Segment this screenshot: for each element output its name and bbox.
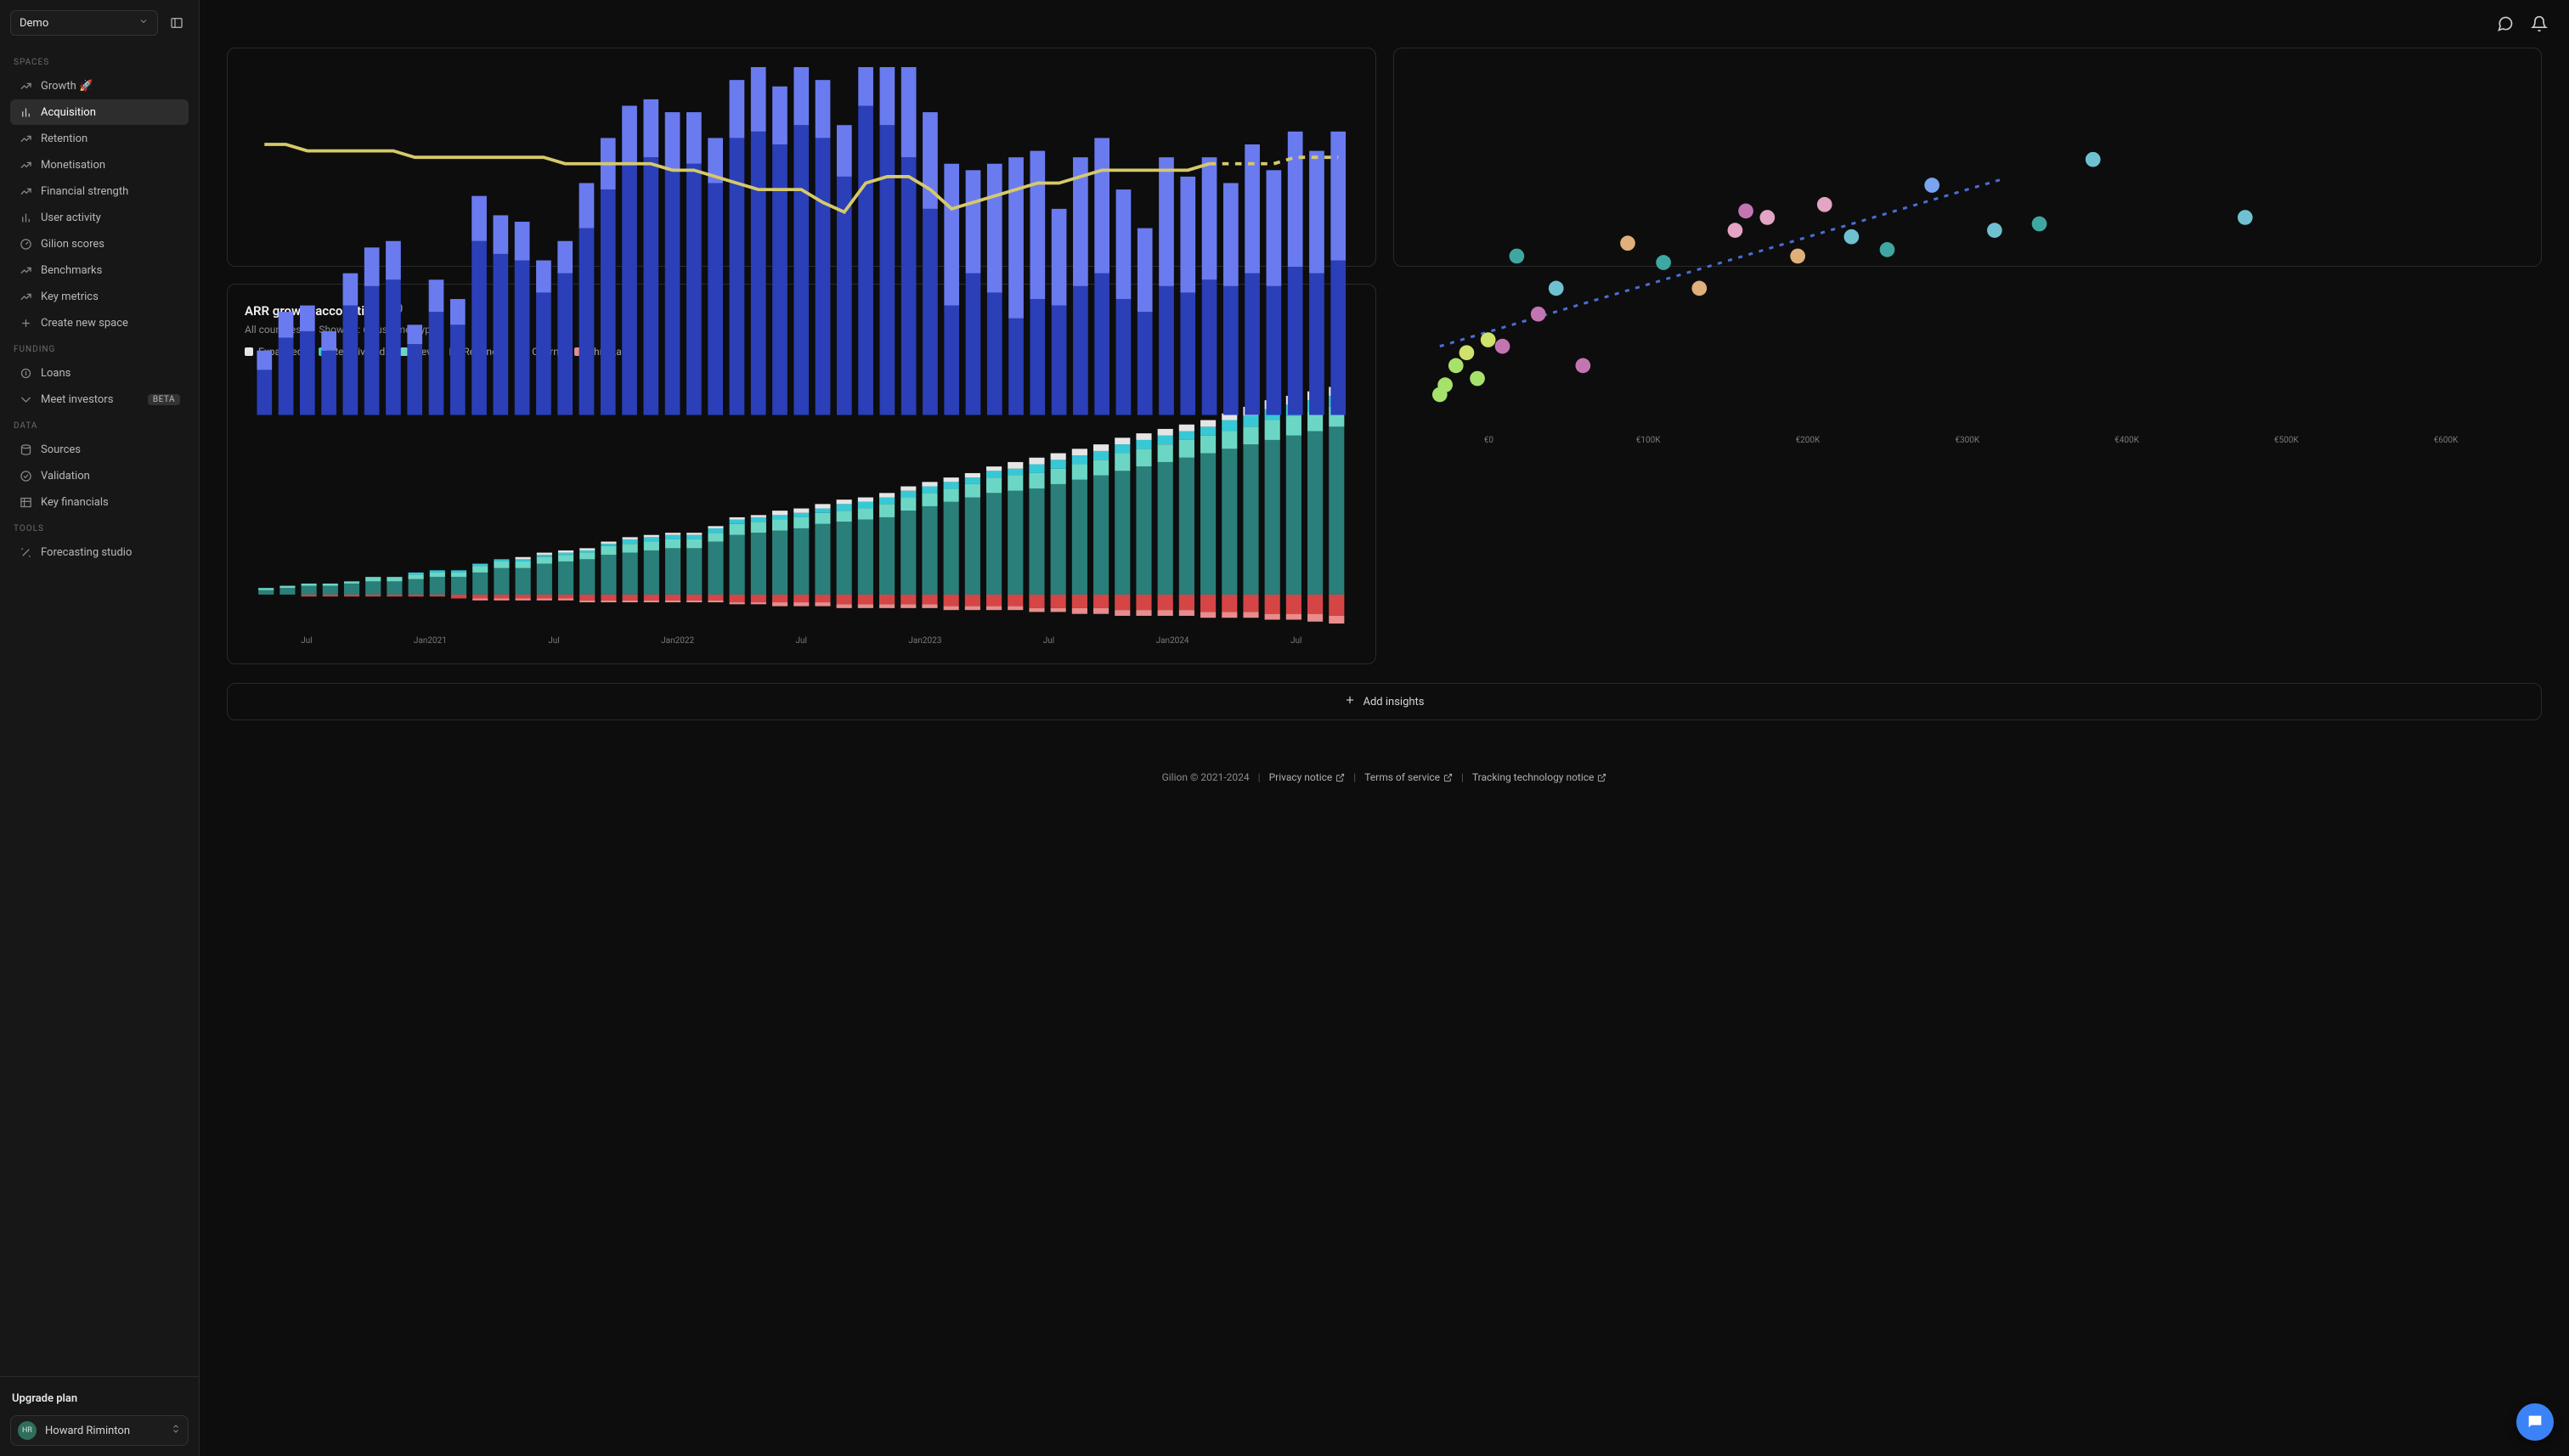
chat-icon[interactable] xyxy=(2496,14,2515,33)
axis-tick: Jan2024 xyxy=(1110,636,1234,646)
collapse-sidebar-icon[interactable] xyxy=(165,11,189,35)
avatar: HR xyxy=(18,1421,37,1440)
footer-link-tracking[interactable]: Tracking technology notice xyxy=(1472,771,1606,783)
axis-tick: Jan2022 xyxy=(616,636,740,646)
sidebar-item-label: Key financials xyxy=(41,496,109,509)
add-insights-button[interactable]: Add insights xyxy=(227,683,2542,720)
axis-tick: Jul xyxy=(245,636,369,646)
sidebar-item-user-activity[interactable]: User activity xyxy=(10,205,189,230)
plus-icon xyxy=(1344,694,1356,709)
external-link-icon xyxy=(1443,773,1453,782)
footer-copyright: Gilion © 2021-2024 xyxy=(1162,771,1250,783)
sidebar-item-retention[interactable]: Retention xyxy=(10,126,189,151)
upgrade-plan-link[interactable]: Upgrade plan xyxy=(10,1387,189,1415)
sidebar-item-benchmarks[interactable]: Benchmarks xyxy=(10,257,189,283)
sidebar-top: Demo xyxy=(0,0,199,46)
section-tools-label: TOOLS xyxy=(10,516,189,539)
main: JulJan2021JulJan2022JulJan2023JulJan2024… xyxy=(200,0,2569,1456)
chart-line-icon xyxy=(19,158,32,172)
chart-line-icon xyxy=(19,263,32,277)
top-charts-row: JulJan2021JulJan2022JulJan2023JulJan2024… xyxy=(227,48,2542,267)
user-switcher[interactable]: HR Howard Riminton xyxy=(10,1415,189,1446)
sidebar-item-label: Validation xyxy=(41,470,90,483)
database-icon xyxy=(19,443,32,456)
footer-link-privacy[interactable]: Privacy notice xyxy=(1269,771,1346,783)
sidebar-item-label: Gilion scores xyxy=(41,238,104,251)
bar-chart-icon xyxy=(19,105,32,119)
sidebar-item-monetisation[interactable]: Monetisation xyxy=(10,152,189,178)
topbar xyxy=(200,0,2569,48)
beta-badge: BETA xyxy=(148,394,180,405)
workspace-name: Demo xyxy=(20,17,48,30)
sidebar-item-label: Loans xyxy=(41,367,71,380)
chart-line-icon xyxy=(19,79,32,93)
sidebar-item-label: Forecasting studio xyxy=(41,546,132,559)
sidebar-item-label: Financial strength xyxy=(41,185,128,198)
arr-x-axis: JulJan2021JulJan2022JulJan2023JulJan2024… xyxy=(245,636,1358,646)
sidebar-item-forecasting-studio[interactable]: Forecasting studio xyxy=(10,539,189,565)
sidebar-item-create-new-space[interactable]: Create new space xyxy=(10,310,189,336)
chevron-down-icon xyxy=(138,16,149,30)
scatter-chart xyxy=(1409,67,2527,432)
axis-tick: Jan2021 xyxy=(369,636,493,646)
check-circle-icon xyxy=(19,469,32,483)
sidebar-item-meet-investors[interactable]: Meet investors BETA xyxy=(10,387,189,412)
sidebar-item-label: Retention xyxy=(41,133,88,145)
axis-tick: Jul xyxy=(739,636,863,646)
coin-icon xyxy=(19,366,32,380)
sidebar-item-gilion-scores[interactable]: Gilion scores xyxy=(10,231,189,257)
footer-link-terms[interactable]: Terms of service xyxy=(1364,771,1453,783)
sidebar-item-label: Acquisition xyxy=(41,106,96,119)
acquisition-bar-chart xyxy=(243,67,1360,432)
external-link-icon xyxy=(1597,773,1606,782)
sidebar: Demo SPACES Growth 🚀 Acquisition Retention… xyxy=(0,0,200,1456)
sidebar-item-label: User activity xyxy=(41,212,101,224)
sidebar-item-label: Meet investors xyxy=(41,393,113,406)
table-icon xyxy=(19,495,32,509)
gauge-icon xyxy=(19,237,32,251)
wand-icon xyxy=(19,545,32,559)
section-spaces-label: SPACES xyxy=(10,49,189,72)
chart-line-icon xyxy=(19,184,32,198)
sidebar-item-label: Growth 🚀 xyxy=(41,80,93,93)
plus-icon xyxy=(19,316,32,330)
sidebar-item-label: Benchmarks xyxy=(41,264,102,277)
sidebar-bottom: Upgrade plan HR Howard Riminton xyxy=(0,1376,199,1456)
axis-tick: Jan2023 xyxy=(863,636,987,646)
user-name: Howard Riminton xyxy=(45,1425,130,1437)
chart-line-icon xyxy=(19,290,32,303)
chart-line-icon xyxy=(19,132,32,145)
sidebar-item-label: Key metrics xyxy=(41,291,99,303)
sidebar-nav: SPACES Growth 🚀 Acquisition Retention Monet… xyxy=(0,46,199,1376)
add-insights-label: Add insights xyxy=(1363,696,1424,708)
help-chat-bubble[interactable] xyxy=(2516,1403,2554,1441)
sidebar-item-key-financials[interactable]: Key financials xyxy=(10,489,189,515)
sidebar-item-acquisition[interactable]: Acquisition xyxy=(10,99,189,125)
sidebar-item-validation[interactable]: Validation xyxy=(10,463,189,488)
scatter-card: €0€100K€200K€300K€400K€500K€600K xyxy=(1393,48,2543,267)
sidebar-item-growth[interactable]: Growth 🚀 xyxy=(10,73,189,99)
bell-icon[interactable] xyxy=(2530,14,2549,33)
chevron-up-down-icon xyxy=(171,1424,181,1437)
acquisition-bar-card: JulJan2021JulJan2022JulJan2023JulJan2024… xyxy=(227,48,1376,267)
bar-chart-icon xyxy=(19,211,32,224)
section-funding-label: FUNDING xyxy=(10,336,189,359)
sidebar-item-sources[interactable]: Sources xyxy=(10,437,189,462)
sidebar-item-financial-strength[interactable]: Financial strength xyxy=(10,178,189,204)
footer: Gilion © 2021-2024 | Privacy notice | Te… xyxy=(227,771,2542,783)
axis-tick: Jul xyxy=(492,636,616,646)
section-data-label: DATA xyxy=(10,413,189,436)
axis-tick: Jul xyxy=(1234,636,1358,646)
external-link-icon xyxy=(1335,773,1345,782)
sidebar-item-key-metrics[interactable]: Key metrics xyxy=(10,284,189,309)
handshake-icon xyxy=(19,392,32,406)
workspace-switcher[interactable]: Demo xyxy=(10,10,158,36)
sidebar-item-label: Sources xyxy=(41,443,81,456)
content: JulJan2021JulJan2022JulJan2023JulJan2024… xyxy=(200,48,2569,817)
sidebar-item-label: Create new space xyxy=(41,317,128,330)
sidebar-item-label: Monetisation xyxy=(41,159,105,172)
sidebar-item-loans[interactable]: Loans xyxy=(10,360,189,386)
axis-tick: Jul xyxy=(987,636,1111,646)
